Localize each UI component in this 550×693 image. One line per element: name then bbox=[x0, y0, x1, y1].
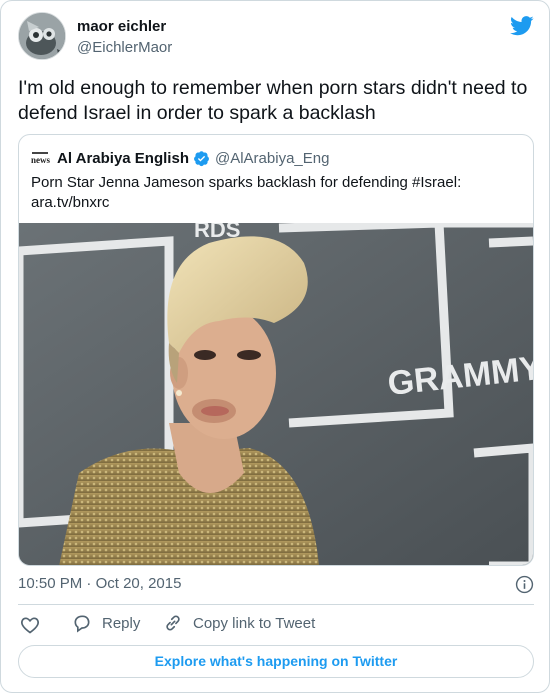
divider bbox=[18, 604, 534, 605]
quoted-tweet-text: Porn Star Jenna Jameson sparks backlash … bbox=[31, 173, 521, 213]
quoted-tweet-link[interactable]: ara.tv/bnxrc bbox=[31, 193, 521, 213]
heart-icon bbox=[21, 617, 39, 634]
quoted-tweet-text-line: Porn Star Jenna Jameson sparks backlash … bbox=[31, 174, 462, 191]
copy-link-label: Copy link to Tweet bbox=[193, 614, 316, 632]
avatar-image bbox=[19, 13, 65, 59]
tweet-header: maor eichler @EichlerMaor bbox=[18, 12, 534, 62]
copy-link-button[interactable]: Copy link to Tweet bbox=[163, 613, 315, 633]
reply-bubble-icon bbox=[74, 615, 90, 633]
tweet-text: I'm old enough to remember when porn sta… bbox=[18, 77, 528, 124]
tweet-meta: 10:50 PM · Oct 20, 2015 bbox=[18, 573, 534, 595]
verified-badge-icon bbox=[194, 150, 209, 166]
quoted-tweet-header: news Al Arabiya English @AlArabiya_Eng bbox=[31, 148, 329, 168]
news-logo-icon: news bbox=[31, 149, 50, 167]
meta-separator: · bbox=[86, 575, 92, 592]
info-icon[interactable] bbox=[515, 575, 534, 594]
explore-twitter-button[interactable]: Explore what's happening on Twitter bbox=[18, 645, 534, 678]
author-name[interactable]: maor eichler bbox=[77, 18, 166, 35]
quoted-tweet-photo[interactable]: GRAMMY RDS bbox=[19, 223, 533, 565]
photo-illustration: GRAMMY RDS bbox=[19, 223, 533, 565]
tweet-date[interactable]: Oct 20, 2015 bbox=[96, 575, 182, 592]
avatar[interactable] bbox=[18, 12, 66, 60]
tweet-time[interactable]: 10:50 PM bbox=[18, 575, 82, 592]
link-icon bbox=[166, 615, 180, 631]
quoted-tweet[interactable]: news Al Arabiya English @AlArabiya_Eng P… bbox=[18, 134, 534, 566]
reply-label: Reply bbox=[102, 614, 141, 632]
tweet-embed-card: maor eichler @EichlerMaor I'm old enough… bbox=[0, 0, 550, 693]
tweet-actions: Reply Copy link to Tweet bbox=[18, 612, 534, 638]
reply-button[interactable]: Reply bbox=[72, 613, 140, 633]
like-button[interactable] bbox=[20, 615, 50, 635]
quoted-author-name[interactable]: Al Arabiya English bbox=[57, 150, 189, 167]
quoted-author-handle[interactable]: @AlArabiya_Eng bbox=[215, 150, 329, 167]
twitter-bird-icon[interactable] bbox=[510, 16, 534, 36]
author-handle[interactable]: @EichlerMaor bbox=[77, 39, 172, 56]
